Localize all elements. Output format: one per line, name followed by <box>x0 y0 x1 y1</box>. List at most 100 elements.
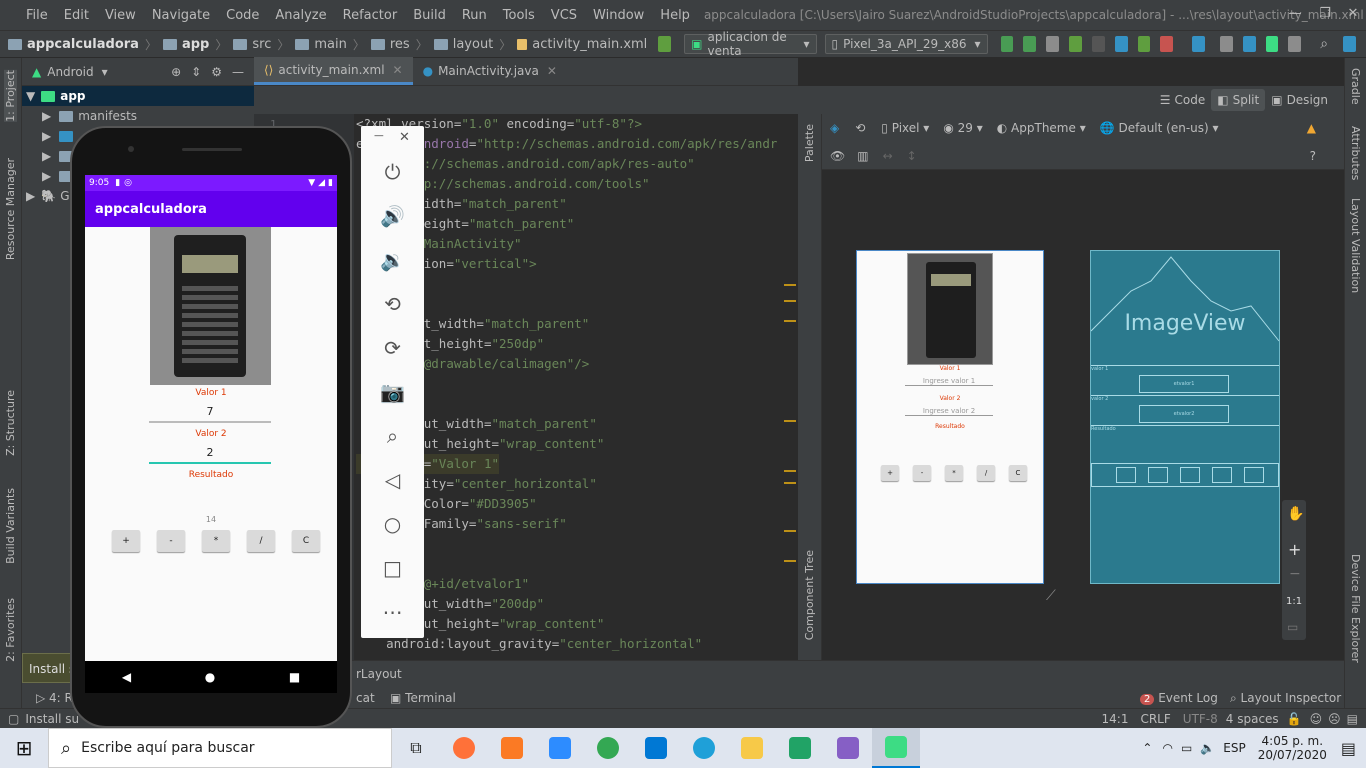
apply-changes-icon[interactable] <box>1000 36 1014 52</box>
eye-icon[interactable]: 👁 <box>830 149 845 163</box>
multiply-button[interactable]: * <box>202 530 230 552</box>
close-emulator-icon[interactable]: ✕ <box>399 130 410 145</box>
zoom-icon[interactable]: ⌕ <box>361 414 424 458</box>
task-view-button[interactable]: ⧉ <box>392 728 440 768</box>
vscode-app[interactable] <box>632 728 680 768</box>
device-picker[interactable]: ▯ Pixel ▾ <box>881 121 929 135</box>
tab-terminal[interactable]: ▣ Terminal <box>390 691 456 705</box>
notifications-icon[interactable]: ▤ <box>1347 712 1358 726</box>
volume-down-icon[interactable]: 🔉 <box>361 238 424 282</box>
mode-code-button[interactable]: ☰ Code <box>1154 89 1212 111</box>
profile-icon[interactable] <box>1114 36 1128 52</box>
screenshot-camera-icon[interactable]: 📷 <box>361 370 424 414</box>
collapsed-arrow-icon[interactable]: ▶ <box>42 109 51 123</box>
close-tab-icon[interactable]: ✕ <box>547 64 557 78</box>
hide-icon[interactable]: — <box>232 65 244 79</box>
indent-setting[interactable]: 4 spaces <box>1226 712 1279 726</box>
menu-file[interactable]: File <box>18 8 56 23</box>
warning-marker[interactable] <box>784 300 796 302</box>
menu-navigate[interactable]: Navigate <box>144 8 218 23</box>
firefox-app[interactable] <box>440 728 488 768</box>
layout-preview[interactable]: Valor 1 Ingrese valor 1 Valor 2 Ingrese … <box>856 250 1044 584</box>
chevron-down-icon[interactable]: ▾ <box>102 65 108 79</box>
breadcrumb-main[interactable]: main <box>295 37 347 52</box>
tool-component-tree[interactable]: Component Tree <box>803 550 816 640</box>
api-picker[interactable]: ◉ 29 ▾ <box>943 121 982 135</box>
zoom-fit-icon[interactable]: ▭ <box>1287 620 1298 634</box>
mode-split-button[interactable]: ◧ Split <box>1211 89 1266 111</box>
tool-project[interactable]: 1: Project <box>4 70 17 122</box>
run-list-icon[interactable] <box>1046 36 1060 52</box>
breadcrumb-src[interactable]: src <box>233 37 271 52</box>
tool-device-file-explorer[interactable]: Device File Explorer <box>1349 554 1362 663</box>
layers-icon[interactable]: ◈ <box>830 121 839 135</box>
expanded-arrow-icon[interactable]: ▼ <box>26 89 35 103</box>
tab-main-activity[interactable]: ● MainActivity.java ✕ <box>413 57 567 85</box>
avd-manager-icon[interactable] <box>1219 36 1233 52</box>
collapse-icon[interactable]: ⇕ <box>191 65 201 79</box>
close-tab-icon[interactable]: ✕ <box>393 63 403 77</box>
tab-logcat[interactable]: cat <box>356 691 375 705</box>
input-valor-2[interactable]: 2 <box>149 446 271 464</box>
sdk-manager-icon[interactable] <box>1242 36 1256 52</box>
layout-inspector-tab[interactable]: ⌕ Layout Inspector <box>1230 691 1341 706</box>
collapsed-arrow-icon[interactable]: ▶ <box>42 169 51 183</box>
breadcrumb-layout[interactable]: layout <box>433 37 493 52</box>
tree-item-manifests[interactable]: ▶ manifests <box>22 106 254 126</box>
breadcrumb-res[interactable]: res <box>370 37 410 52</box>
orientation-icon[interactable]: ⟲ <box>855 121 865 135</box>
sad-face-icon[interactable]: ☹ <box>1328 712 1341 726</box>
tool-attributes[interactable]: Attributes <box>1349 126 1362 180</box>
line-ending[interactable]: CRLF <box>1140 712 1170 726</box>
gear-icon[interactable]: ⚙ <box>211 65 222 79</box>
layout-inspector-icon[interactable] <box>1288 36 1302 52</box>
xampp-app[interactable] <box>488 728 536 768</box>
tree-item-app[interactable]: ▼ app <box>22 86 254 106</box>
warning-icon[interactable]: ▲ <box>1307 121 1316 135</box>
menu-edit[interactable]: Edit <box>56 8 97 23</box>
device-manager-icon[interactable] <box>1265 36 1279 52</box>
breadcrumb-file[interactable]: activity_main.xml <box>517 37 647 52</box>
blueprint-preview[interactable]: ImageView valor 1 etvalor1 valor 2 etval… <box>1090 250 1280 584</box>
inspector-face-icon[interactable]: ☺ <box>1310 712 1323 726</box>
menu-view[interactable]: View <box>97 8 144 23</box>
warning-marker[interactable] <box>784 560 796 562</box>
run-config-dropdown[interactable]: ▣ aplicacion de venta ▾ <box>684 30 817 58</box>
blueprint-toggle-icon[interactable]: ▥ <box>857 149 868 163</box>
power-icon[interactable]: ⏻ <box>361 150 424 194</box>
clear-button[interactable]: C <box>292 530 320 552</box>
warning-marker[interactable] <box>784 420 796 422</box>
minimize-emulator-icon[interactable]: − <box>373 128 385 144</box>
warning-marker[interactable] <box>784 482 796 484</box>
overview-icon[interactable]: □ <box>361 546 424 590</box>
warning-marker[interactable] <box>784 284 796 286</box>
zoom-app[interactable] <box>536 728 584 768</box>
volume-up-icon[interactable]: 🔊 <box>361 194 424 238</box>
debug-icon[interactable] <box>1069 36 1082 52</box>
nav-home-icon[interactable]: ● <box>205 670 215 684</box>
restore-icon[interactable]: ❐ <box>1310 6 1340 21</box>
panel-toggle-icon[interactable]: ▢ <box>8 712 19 726</box>
network-icon[interactable]: ◠ <box>1162 741 1172 755</box>
hammer-icon[interactable] <box>658 36 672 52</box>
collapsed-arrow-icon[interactable]: ▶ <box>42 129 51 143</box>
collapsed-arrow-icon[interactable]: ▶ <box>42 149 51 163</box>
menu-window[interactable]: Window <box>585 8 652 23</box>
tool-resource-manager[interactable]: Resource Manager <box>4 158 17 260</box>
attach-debugger-icon[interactable] <box>1137 36 1151 52</box>
windows-start-button[interactable]: ⊞ <box>0 728 48 768</box>
help-icon[interactable]: ? <box>1310 149 1316 163</box>
maps-app[interactable] <box>584 728 632 768</box>
sync-project-icon[interactable] <box>1192 36 1205 52</box>
stop-icon[interactable] <box>1160 36 1174 52</box>
warning-marker[interactable] <box>784 320 796 322</box>
zoom-in-icon[interactable]: + <box>1288 540 1301 559</box>
input-valor-1[interactable]: 7 <box>149 405 271 423</box>
file-explorer-app[interactable] <box>728 728 776 768</box>
device-dropdown[interactable]: ▯ Pixel_3a_API_29_x86 ▾ <box>824 34 988 54</box>
tool-layout-validation[interactable]: Layout Validation <box>1349 198 1362 293</box>
tool-build-variants[interactable]: Build Variants <box>4 488 17 564</box>
menu-analyze[interactable]: Analyze <box>267 8 334 23</box>
project-view-dropdown[interactable]: Android <box>47 65 93 79</box>
add-button[interactable]: + <box>112 530 140 552</box>
